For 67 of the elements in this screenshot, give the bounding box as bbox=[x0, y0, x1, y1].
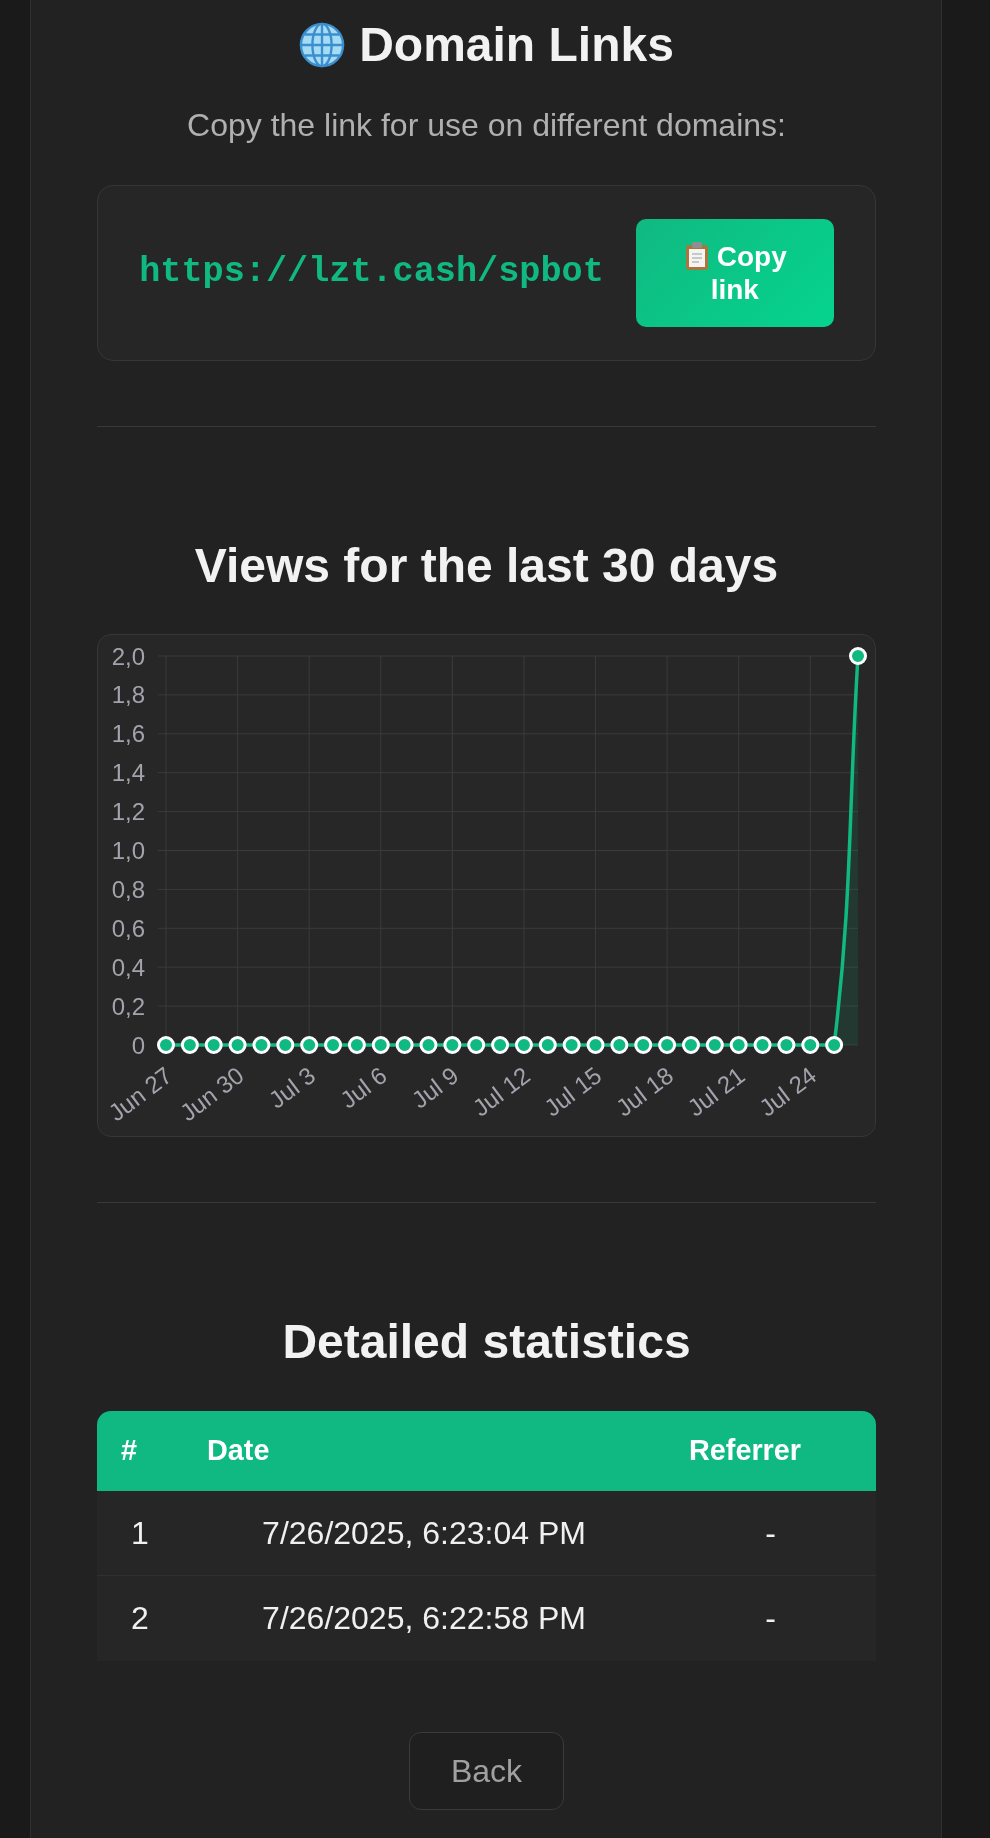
y-axis-label: 1,4 bbox=[111, 759, 145, 787]
data-point bbox=[658, 1036, 677, 1055]
table-cell: 1 bbox=[97, 1490, 183, 1576]
data-point bbox=[228, 1036, 247, 1055]
y-axis-label: 0 bbox=[131, 1031, 145, 1059]
y-axis-label: 1,8 bbox=[111, 681, 145, 709]
data-point bbox=[347, 1036, 366, 1055]
x-axis-label: Jun 27 bbox=[103, 1061, 177, 1127]
table-cell: 7/26/2025, 6:22:58 PM bbox=[183, 1575, 665, 1661]
data-point bbox=[825, 1036, 844, 1055]
data-point bbox=[371, 1036, 390, 1055]
data-point bbox=[157, 1036, 175, 1055]
data-point bbox=[395, 1036, 414, 1055]
data-point bbox=[180, 1036, 199, 1055]
data-point bbox=[586, 1036, 605, 1055]
globe-icon bbox=[299, 21, 346, 68]
y-axis-label: 0,6 bbox=[111, 915, 145, 942]
data-point bbox=[729, 1036, 748, 1055]
x-axis-label: Jul 15 bbox=[539, 1061, 607, 1122]
page-title: Domain Links bbox=[359, 17, 674, 73]
x-axis-label: Jul 6 bbox=[335, 1061, 392, 1114]
x-axis-label: Jul 24 bbox=[753, 1061, 822, 1122]
data-point bbox=[276, 1036, 295, 1055]
table-cell: - bbox=[665, 1575, 876, 1661]
data-point bbox=[610, 1036, 629, 1055]
data-point bbox=[538, 1036, 557, 1055]
column-header: # bbox=[97, 1410, 183, 1491]
data-point bbox=[753, 1036, 772, 1055]
x-axis-label: Jul 12 bbox=[467, 1061, 535, 1122]
data-point bbox=[324, 1036, 343, 1055]
x-axis-label: Jul 21 bbox=[682, 1061, 750, 1122]
y-axis-label: 0,8 bbox=[111, 876, 145, 904]
data-point bbox=[467, 1036, 486, 1055]
column-header: Referrer bbox=[665, 1410, 876, 1491]
y-axis-label: 0,2 bbox=[111, 992, 145, 1020]
link-url: https://lzt.cash/spbot bbox=[139, 251, 604, 295]
data-point bbox=[801, 1036, 820, 1055]
section-title: Detailed statistics bbox=[281, 1314, 692, 1371]
x-axis-label: Jul 3 bbox=[263, 1061, 321, 1114]
data-point bbox=[777, 1036, 796, 1055]
data-point bbox=[419, 1036, 438, 1055]
back-button[interactable]: Back bbox=[409, 1731, 564, 1810]
data-point bbox=[300, 1036, 319, 1055]
data-point bbox=[204, 1036, 223, 1055]
x-axis-label: Jun 30 bbox=[174, 1061, 249, 1127]
section-title: Views for the last 30 days bbox=[193, 537, 780, 594]
y-axis-label: 2,0 bbox=[111, 642, 145, 670]
data-point bbox=[443, 1036, 462, 1055]
data-point bbox=[681, 1036, 700, 1055]
y-axis-label: 1,2 bbox=[111, 798, 145, 826]
y-axis-label: 1,0 bbox=[111, 837, 145, 865]
data-point bbox=[252, 1036, 271, 1055]
data-point bbox=[491, 1036, 510, 1055]
table-cell: - bbox=[665, 1490, 876, 1576]
data-point bbox=[562, 1036, 581, 1055]
table-cell: 2 bbox=[97, 1575, 183, 1661]
column-header: Date bbox=[183, 1410, 665, 1491]
data-point bbox=[514, 1036, 533, 1055]
data-point bbox=[705, 1036, 724, 1055]
table-cell: 7/26/2025, 6:23:04 PM bbox=[183, 1490, 665, 1576]
data-point bbox=[634, 1036, 653, 1055]
subtitle: Copy the link for use on different domains: bbox=[186, 105, 787, 145]
x-axis-label: Jul 9 bbox=[406, 1061, 464, 1114]
x-axis-label: Jul 18 bbox=[610, 1061, 679, 1122]
data-point bbox=[849, 647, 867, 666]
y-axis-label: 0,4 bbox=[111, 953, 145, 981]
y-axis-label: 1,6 bbox=[111, 720, 145, 748]
